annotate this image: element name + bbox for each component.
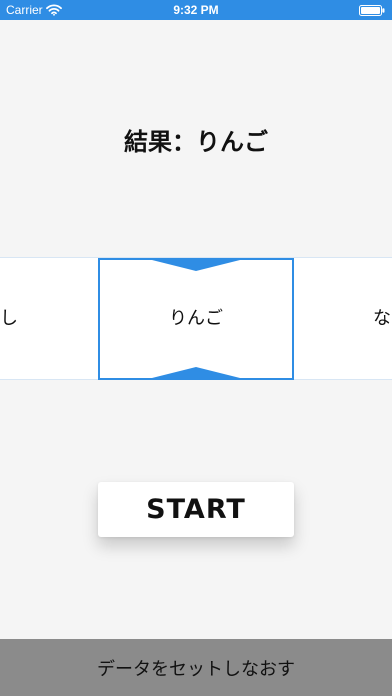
status-bar: Carrier 9:32 PM	[0, 0, 392, 20]
result-title: 結果：りんご	[124, 128, 268, 156]
status-time: 9:32 PM	[173, 3, 219, 17]
selection-bottom-marker	[148, 367, 244, 379]
reset-data-button[interactable]: データをセットしなおす	[0, 639, 392, 696]
selection-top-marker	[148, 259, 244, 271]
reel-item-next[interactable]: な	[373, 307, 391, 331]
reel-item-prev[interactable]: し	[0, 307, 18, 331]
start-button[interactable]: START	[98, 482, 294, 537]
battery-icon	[359, 5, 385, 16]
selection-frame	[98, 258, 294, 380]
